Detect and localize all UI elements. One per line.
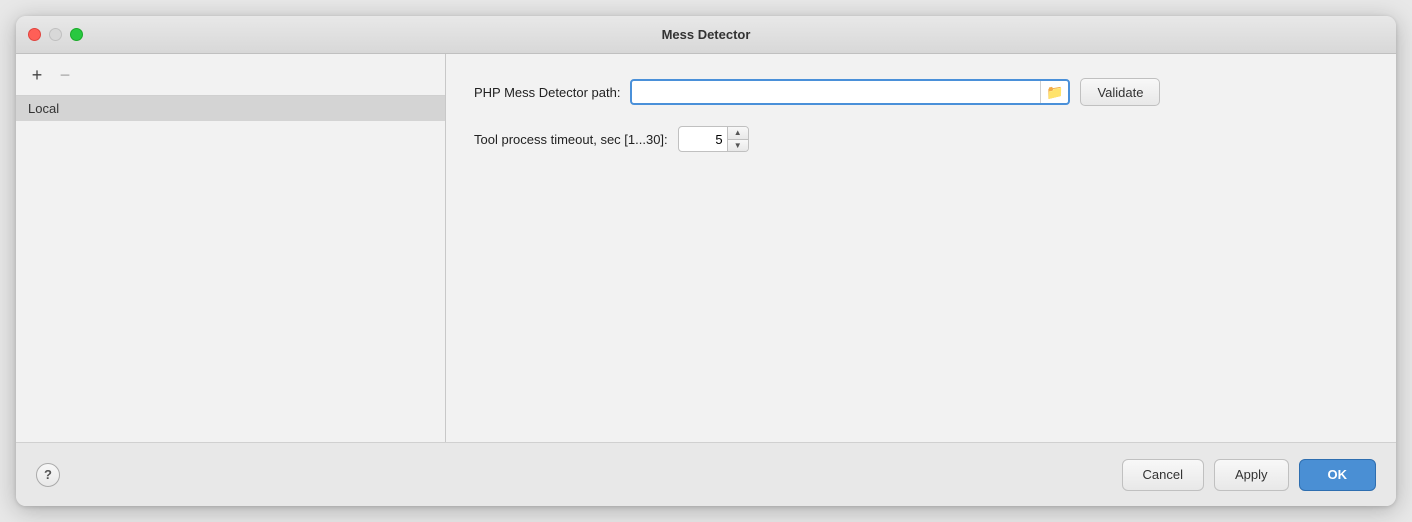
ok-button[interactable]: OK (1299, 459, 1377, 491)
folder-icon: 📁 (1046, 84, 1063, 101)
timeout-row: Tool process timeout, sec [1...30]: ▲ ▼ (474, 126, 1368, 152)
content-area: PHP Mess Detector path: 📁 Validate Tool … (446, 54, 1396, 442)
path-input-wrapper: 📁 (630, 79, 1070, 105)
titlebar: Mess Detector (16, 16, 1396, 54)
cancel-button[interactable]: Cancel (1122, 459, 1204, 491)
browse-folder-button[interactable]: 📁 (1040, 81, 1068, 103)
remove-configuration-button[interactable]: − (54, 64, 76, 86)
mess-detector-window: Mess Detector + − Local PHP Mess Detecto… (16, 16, 1396, 506)
spinner-up-button[interactable]: ▲ (728, 127, 748, 140)
path-input[interactable] (632, 81, 1040, 103)
add-configuration-button[interactable]: + (26, 64, 48, 86)
maximize-button[interactable] (70, 28, 83, 41)
close-button[interactable] (28, 28, 41, 41)
spinner-arrows: ▲ ▼ (727, 127, 748, 151)
apply-button[interactable]: Apply (1214, 459, 1289, 491)
path-row: PHP Mess Detector path: 📁 Validate (474, 78, 1368, 106)
sidebar-toolbar: + − (16, 54, 445, 96)
footer-right: Cancel Apply OK (1122, 459, 1377, 491)
timeout-input[interactable] (679, 127, 727, 151)
window-body: + − Local PHP Mess Detector path: 📁 (16, 54, 1396, 442)
spinner-down-button[interactable]: ▼ (728, 140, 748, 152)
sidebar-item-local[interactable]: Local (16, 96, 445, 121)
help-button[interactable]: ? (36, 463, 60, 487)
sidebar-list: Local (16, 96, 445, 442)
timeout-label: Tool process timeout, sec [1...30]: (474, 132, 668, 147)
footer-left: ? (36, 463, 60, 487)
window-title: Mess Detector (662, 27, 751, 42)
timeout-spinner: ▲ ▼ (678, 126, 749, 152)
minimize-button[interactable] (49, 28, 62, 41)
sidebar: + − Local (16, 54, 446, 442)
path-label: PHP Mess Detector path: (474, 85, 620, 100)
validate-button[interactable]: Validate (1080, 78, 1160, 106)
traffic-lights (28, 28, 83, 41)
footer: ? Cancel Apply OK (16, 442, 1396, 506)
